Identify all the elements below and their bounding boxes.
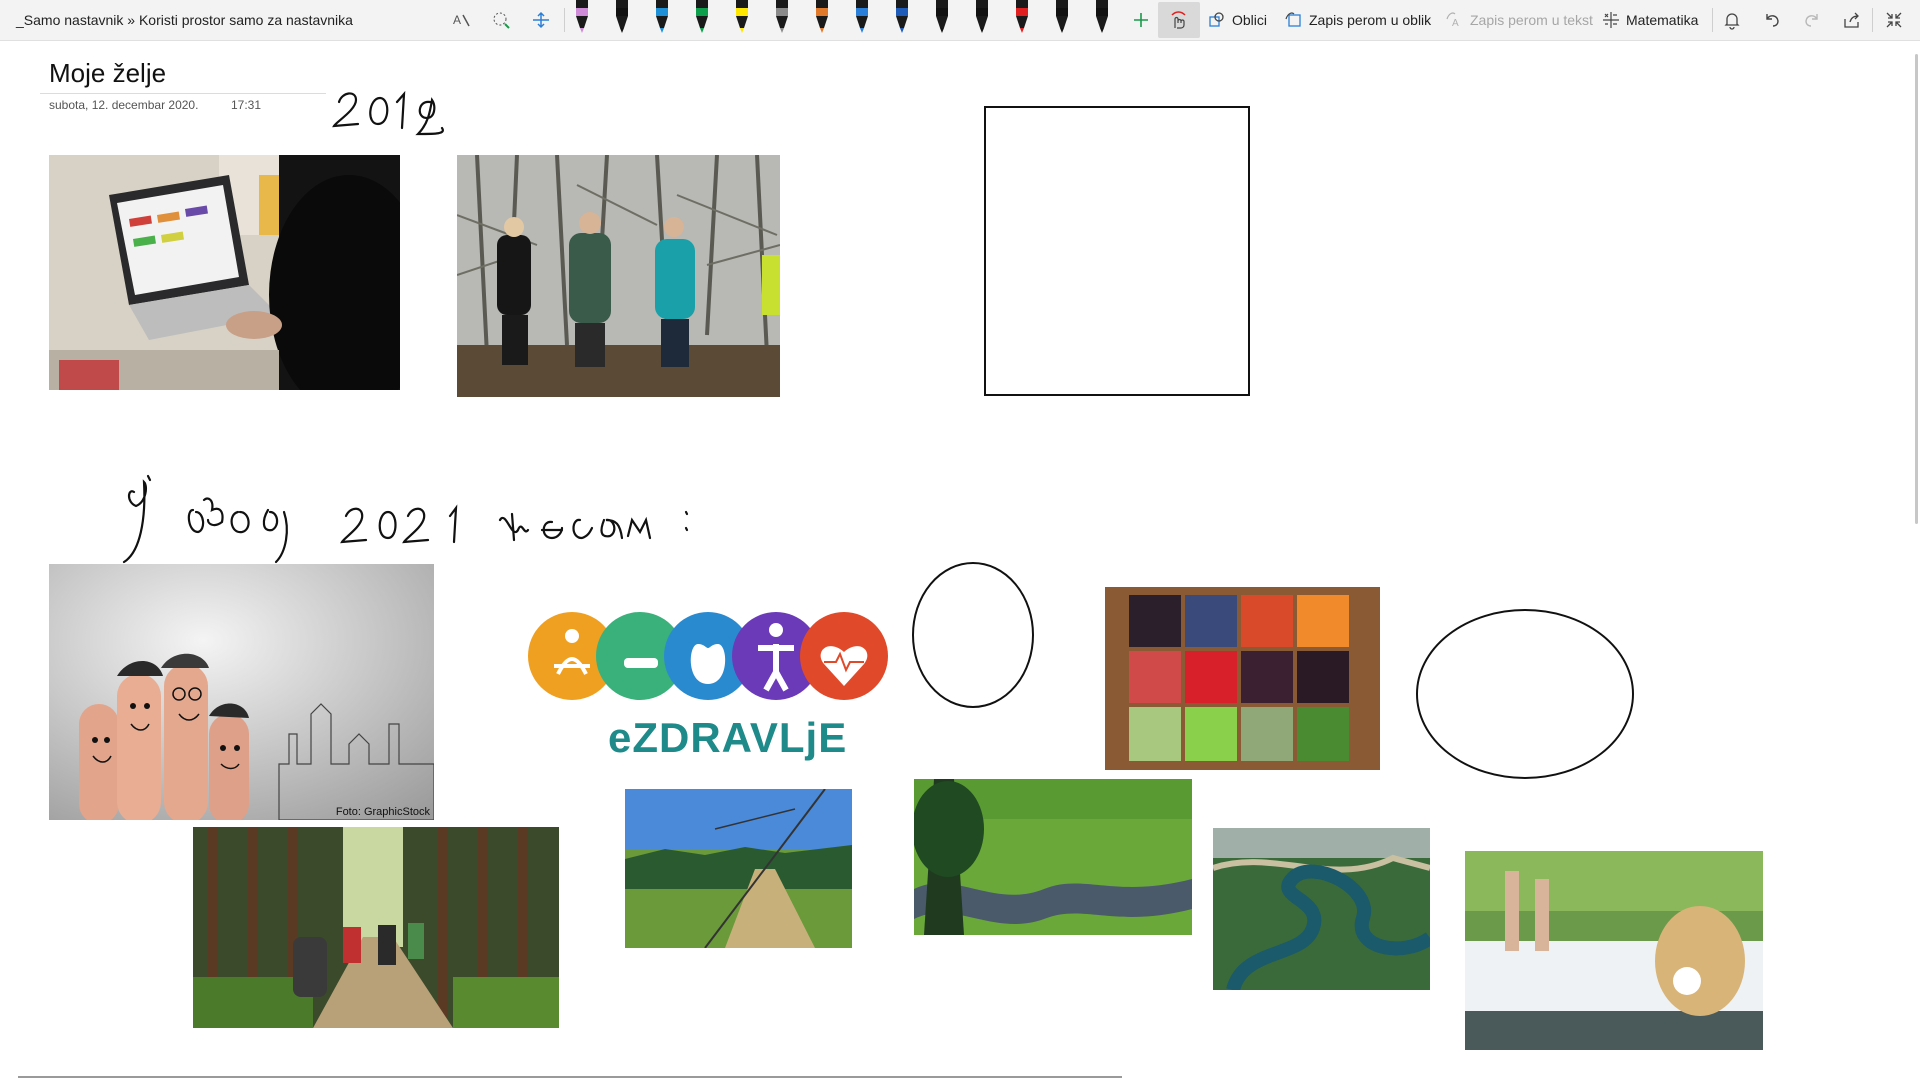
photo-caption: Foto: GraphicStock [335,806,430,818]
page-bottom-rule [18,1076,1122,1078]
photo-hikers-group[interactable] [457,155,780,397]
photo-laptop[interactable] [49,155,400,390]
vertical-scrollbar[interactable] [1915,54,1918,524]
photo-vegetables-box[interactable] [1105,587,1380,770]
photo-spa-bath[interactable] [1465,851,1763,1050]
ink-2019 [332,90,444,136]
ezdravlje-logo-text: eZDRAVLjE [608,714,848,761]
photo-forest-hikers[interactable] [193,827,559,1028]
rectangle-shape[interactable] [984,106,1252,398]
photo-finger-family[interactable]: Foto: GraphicStock [49,564,434,820]
photo-mountain-cable[interactable] [625,789,852,948]
photo-river-meadow[interactable] [914,779,1192,935]
ink-cyrillic-sentence [122,474,689,564]
small-ellipse-shape[interactable] [912,562,1036,710]
photo-river-canyon[interactable] [1213,828,1430,990]
large-ellipse-shape[interactable] [1415,609,1637,781]
ezdravlje-logo[interactable]: eZDRAVLjE [528,604,892,774]
